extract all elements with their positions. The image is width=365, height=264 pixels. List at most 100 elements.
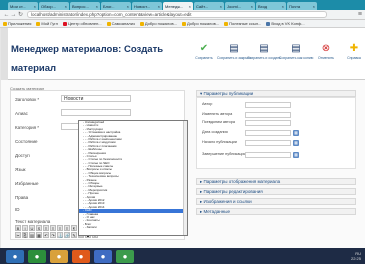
app-icon[interactable]: ● xyxy=(116,249,134,263)
editor-button[interactable]: B xyxy=(15,225,21,231)
bookmark-icon xyxy=(266,21,271,26)
browser-tab[interactable]: Почта × xyxy=(287,2,317,10)
browser-tab[interactable]: Обзор... × xyxy=(39,2,69,10)
address-bar: ← → ↻ localhost/administrator/index.php?… xyxy=(0,10,365,20)
toolbar-button[interactable]: ▤ Сохранить и закрыть xyxy=(217,44,251,61)
browser-tab[interactable]: Мои ст... × xyxy=(8,2,38,10)
publish-field-label: Псевдоним автора xyxy=(202,120,236,124)
browser-tab[interactable]: Менедж... × xyxy=(163,2,193,10)
start-icon[interactable]: ● xyxy=(6,249,24,263)
category-dropdown-list[interactable]: - Uncategorised - - Новости - - Инструкции… xyxy=(78,120,188,236)
reload-icon[interactable]: ↻ xyxy=(17,11,24,18)
editor-button[interactable]: ≡ xyxy=(43,225,49,231)
photoshop-icon[interactable]: ● xyxy=(94,249,112,263)
editor-button[interactable]: ✂ xyxy=(15,232,21,238)
calendar-icon[interactable]: ▦ xyxy=(293,152,299,158)
bookmark-icon xyxy=(224,21,229,26)
bookmark-label: Вход в VK Конф... xyxy=(271,21,305,26)
close-icon[interactable]: × xyxy=(313,4,315,9)
close-icon[interactable]: × xyxy=(96,4,98,9)
collapsible-panel-header[interactable]: ▸ Параметры редактирования xyxy=(196,188,356,195)
chrome-icon[interactable]: ● xyxy=(28,249,46,263)
editor-button[interactable]: I xyxy=(22,225,28,231)
title-input[interactable]: Новости xyxy=(61,95,131,102)
editor-button[interactable]: ≡ xyxy=(50,225,56,231)
close-icon[interactable]: × xyxy=(220,4,222,9)
toolbar-button[interactable]: ✚ Справка xyxy=(337,43,365,61)
collapsible-panel-header[interactable]: ▸ Параметры отображения материала xyxy=(196,178,356,185)
publish-field-input[interactable] xyxy=(245,120,291,126)
close-icon[interactable]: × xyxy=(65,4,67,9)
bookmark-icon xyxy=(3,21,7,26)
forward-icon[interactable]: → xyxy=(10,12,17,18)
access-label: Доступ xyxy=(15,153,30,158)
editor-button[interactable]: U xyxy=(29,225,35,231)
editor-button[interactable]: ¶ xyxy=(71,225,77,231)
publish-field-input[interactable] xyxy=(245,130,291,136)
media-icon[interactable]: ● xyxy=(72,249,90,263)
toolbar-icon: ✚ xyxy=(349,43,359,54)
collapsible-panel-header[interactable]: ▸ Изображения и ссылки xyxy=(196,198,356,205)
publish-field-label: Изменить автора xyxy=(202,112,233,116)
editor-button[interactable]: ↷ xyxy=(50,232,56,238)
toolbar-label: Справка xyxy=(347,56,361,60)
calendar-icon[interactable]: ▦ xyxy=(293,140,299,146)
toolbar-button[interactable]: ▤ Сохранить и создать xyxy=(247,44,281,61)
bookmark-item[interactable]: Центр обновлен... xyxy=(62,21,102,26)
toolbar-label: Сохранить и создать xyxy=(247,56,281,60)
url-input[interactable]: localhost/administrator/index.php?option… xyxy=(27,11,327,18)
dropdown-scrollbar[interactable] xyxy=(183,121,187,235)
dropdown-option[interactable]: - - Записи xyxy=(79,225,187,229)
publish-field-input[interactable] xyxy=(245,140,291,146)
editor-button[interactable]: ▦ xyxy=(36,232,42,238)
publish-panel-body: Автор Изменить автора Псевдоним автора Дата… xyxy=(196,97,356,169)
close-icon[interactable]: × xyxy=(251,4,253,9)
alias-input[interactable] xyxy=(61,109,131,116)
bookmark-item[interactable]: Вход в VK Конф... xyxy=(266,21,305,26)
editor-button[interactable]: 🔗 xyxy=(64,232,70,238)
close-icon[interactable]: × xyxy=(282,4,284,9)
toolbar-button[interactable]: ✔ Сохранить xyxy=(187,44,221,61)
close-icon[interactable]: × xyxy=(127,4,129,9)
editor-button[interactable]: ▤ xyxy=(29,232,35,238)
bookmark-item[interactable]: Мой Гугл xyxy=(36,21,58,26)
bookmark-item[interactable]: Полезные ссыл... xyxy=(224,21,261,26)
publish-panel-header[interactable]: ▾ Параметры публикации xyxy=(196,90,356,97)
browser-tab[interactable]: Блог... × xyxy=(101,2,131,10)
bookmark-label: Самоанализ xyxy=(111,21,135,26)
explorer-icon[interactable]: ● xyxy=(50,249,68,263)
editor-button[interactable]: S xyxy=(36,225,42,231)
editor-button[interactable]: ⚓ xyxy=(57,232,63,238)
tab-title: Менедж... xyxy=(165,3,184,9)
publish-field-input[interactable] xyxy=(245,152,291,158)
close-icon[interactable]: × xyxy=(158,4,160,9)
calendar-icon[interactable]: ▦ xyxy=(293,130,299,136)
bookmark-icon xyxy=(36,21,41,26)
publish-field-input[interactable] xyxy=(245,112,291,118)
browser-tab[interactable]: Jooml... × xyxy=(225,2,255,10)
bookmark-item[interactable]: Добро пожалов... xyxy=(181,21,219,26)
browser-tab[interactable]: Вопрос... × xyxy=(70,2,100,10)
editor-button[interactable]: ✎ xyxy=(71,232,77,238)
menu-icon[interactable]: ≡ xyxy=(358,11,362,18)
bookmark-icon xyxy=(181,21,186,26)
bookmark-item[interactable]: Приложения xyxy=(3,21,31,26)
tab-title: Почта xyxy=(289,3,301,9)
editor-button[interactable]: ↶ xyxy=(43,232,49,238)
publish-field-input[interactable] xyxy=(245,102,291,108)
bookmark-item[interactable]: Добро пожалов... xyxy=(139,21,177,26)
close-icon[interactable]: × xyxy=(34,4,36,9)
close-icon[interactable]: × xyxy=(189,4,191,9)
bookmark-item[interactable]: Самоанализ xyxy=(106,21,135,26)
bookmark-icon xyxy=(62,21,67,26)
collapsible-panel-header[interactable]: ▸ Метаданные xyxy=(196,208,356,215)
browser-tab[interactable]: Вход × xyxy=(256,2,286,10)
editor-button[interactable]: ≡ xyxy=(64,225,70,231)
bookmark-label: Приложения xyxy=(8,21,32,26)
back-icon[interactable]: ← xyxy=(3,12,10,18)
editor-button[interactable]: ⎘ xyxy=(22,232,28,238)
browser-tab[interactable]: Сайт... × xyxy=(194,2,224,10)
editor-button[interactable]: ≡ xyxy=(57,225,63,231)
browser-tab[interactable]: Новост... × xyxy=(132,2,162,10)
toolbar-button[interactable]: ▤ Сохранить как копию xyxy=(279,44,313,61)
